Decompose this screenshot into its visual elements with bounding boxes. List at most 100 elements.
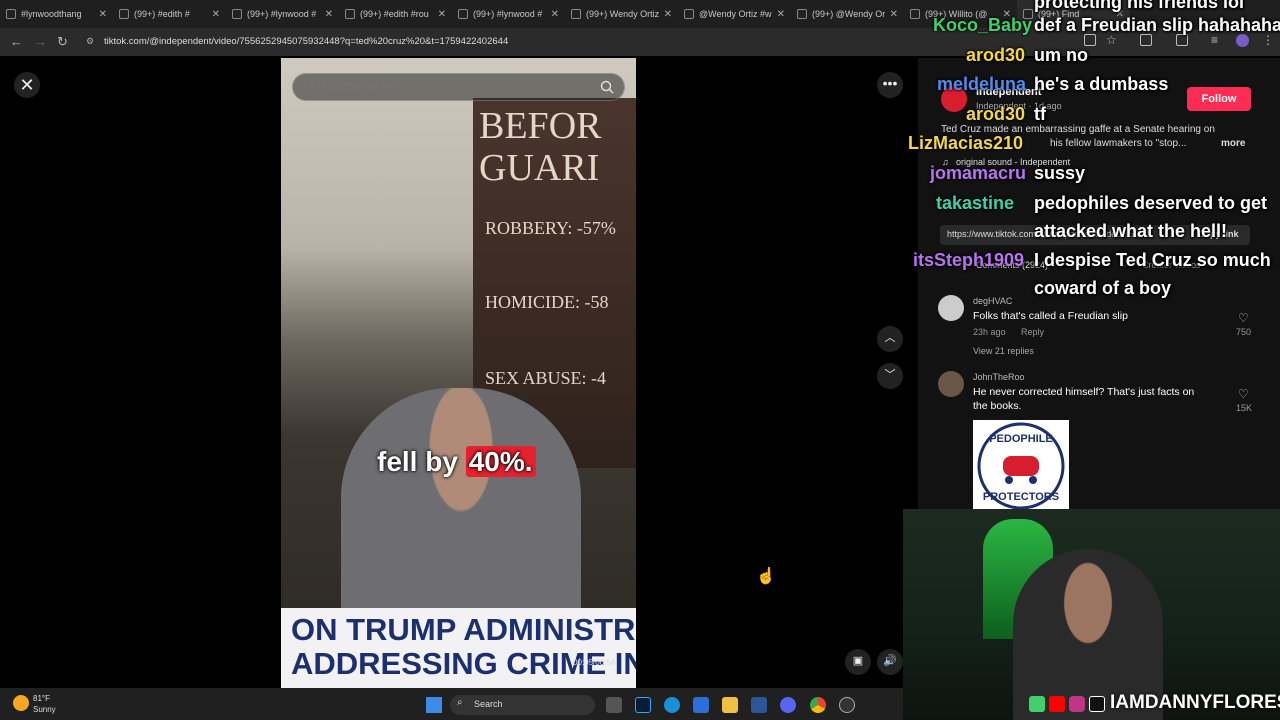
forward-icon[interactable]: → bbox=[34, 34, 47, 49]
search-icon[interactable] bbox=[600, 80, 614, 99]
comment-image[interactable]: PEDOPHILE PROTECTORS bbox=[973, 420, 1069, 512]
instagram-icon bbox=[1069, 696, 1085, 712]
tiktok-icon bbox=[1089, 696, 1105, 712]
more-horiz-icon: ••• bbox=[882, 75, 898, 91]
chevron-up-icon: ︿ bbox=[884, 332, 896, 344]
browser-tab[interactable]: (99+) #lynwood # ✕ bbox=[452, 0, 565, 28]
tiktok-icon bbox=[345, 9, 355, 19]
cursor-icon: ☝ bbox=[756, 568, 776, 585]
comment-text: Folks that's called a Freudian slip bbox=[973, 310, 1128, 322]
tab-label: (99+) #lynwood # bbox=[247, 9, 317, 19]
related-search[interactable] bbox=[292, 73, 625, 101]
file-explorer-icon[interactable] bbox=[722, 697, 738, 713]
chrome-icon[interactable] bbox=[810, 697, 826, 713]
tiktok-icon bbox=[6, 9, 16, 19]
caption-highlight: 40%. bbox=[465, 446, 536, 477]
tab-label: #lynwoodthang bbox=[21, 9, 82, 19]
video-description: his fellow lawmakers to "stop... bbox=[1050, 138, 1187, 149]
tiktok-icon bbox=[119, 9, 129, 19]
close-tab-icon[interactable]: ✕ bbox=[438, 9, 446, 20]
weather-sun-icon[interactable] bbox=[13, 695, 29, 711]
chat-message: I despise Ted Cruz so much bbox=[1034, 250, 1271, 270]
browser-tab[interactable]: (99+) Wendy Ortiz ✕ bbox=[565, 0, 678, 28]
poster-text: GUARI bbox=[479, 147, 600, 189]
commenter-avatar[interactable] bbox=[938, 371, 964, 397]
back-icon[interactable]: ← bbox=[10, 34, 23, 49]
close-video-button[interactable]: ✕ bbox=[14, 72, 40, 98]
close-tab-icon[interactable]: ✕ bbox=[551, 9, 559, 20]
close-tab-icon[interactable]: ✕ bbox=[890, 9, 898, 20]
chat-message: protecting his friends lol bbox=[1034, 0, 1245, 12]
pip-button[interactable]: ▣ bbox=[845, 649, 871, 675]
browser-tab[interactable]: (99+) @Wendy Or ✕ bbox=[791, 0, 904, 28]
browser-tab[interactable]: (99+) #lynwood # ✕ bbox=[226, 0, 339, 28]
reply-button[interactable]: Reply bbox=[1021, 327, 1044, 337]
close-tab-icon[interactable]: ✕ bbox=[325, 9, 333, 20]
edge-icon[interactable] bbox=[664, 697, 680, 713]
like-count: 750 bbox=[1236, 327, 1252, 337]
next-video-button[interactable]: ﹀ bbox=[877, 363, 903, 389]
tiktok-icon bbox=[910, 9, 920, 19]
taskbar-search[interactable] bbox=[450, 695, 595, 715]
chat-username: jomamacru bbox=[930, 163, 1027, 183]
store-icon[interactable] bbox=[693, 697, 709, 713]
tiktok-icon bbox=[684, 9, 694, 19]
tab-label: (99+) @Wendy Or bbox=[812, 9, 885, 19]
tab-label: (99+) Wendy Ortiz bbox=[586, 9, 659, 19]
task-view-icon[interactable] bbox=[606, 697, 622, 713]
browser-tab[interactable]: #lynwoodthang ✕ bbox=[0, 0, 113, 28]
poster-text: BEFOR bbox=[479, 105, 602, 147]
chat-message: def a Freudian slip hahahaha bbox=[1034, 15, 1280, 35]
video-caption: fell by 40%. bbox=[377, 446, 536, 478]
more-options-button[interactable]: ••• bbox=[877, 72, 903, 98]
close-tab-icon[interactable]: ✕ bbox=[777, 9, 785, 20]
follow-button[interactable]: Follow bbox=[1187, 87, 1251, 111]
chat-username: takastine bbox=[936, 193, 1015, 213]
chat-message: um no bbox=[1034, 45, 1088, 65]
comment-username[interactable]: JohnTheRoo bbox=[973, 372, 1025, 382]
chat-username: arod30 bbox=[966, 45, 1026, 65]
volume-button[interactable]: 🔊 bbox=[877, 649, 903, 675]
close-tab-icon[interactable]: ✕ bbox=[212, 9, 220, 20]
browser-tab[interactable]: @Wendy Ortiz #w ✕ bbox=[678, 0, 791, 28]
browser-tab[interactable]: (99+) #edith # ✕ bbox=[113, 0, 226, 28]
settings-gear-icon[interactable] bbox=[839, 697, 855, 713]
previous-video-button[interactable]: ︿ bbox=[877, 326, 903, 352]
close-tab-icon[interactable]: ✕ bbox=[664, 9, 672, 20]
photoshop-icon[interactable] bbox=[635, 697, 651, 713]
tab-label: @Wendy Ortiz #w bbox=[699, 9, 772, 19]
word-icon[interactable] bbox=[751, 697, 767, 713]
search-icon: ⌕ bbox=[457, 697, 463, 708]
commenter-avatar[interactable] bbox=[938, 295, 964, 321]
tab-label: (99+) #edith # bbox=[134, 9, 190, 19]
weather-condition[interactable]: Sunny bbox=[33, 705, 56, 714]
windows-start-icon[interactable] bbox=[426, 697, 442, 713]
more-link[interactable]: more bbox=[1221, 138, 1245, 149]
browser-tab[interactable]: (99+) #edith #rou ✕ bbox=[339, 0, 452, 28]
site-info-icon[interactable]: ⚙ bbox=[86, 36, 94, 47]
poster-text: ROBBERY: -57% bbox=[485, 218, 616, 238]
search-input[interactable] bbox=[303, 80, 583, 92]
poster-text: SEX ABUSE: -4 bbox=[485, 368, 607, 388]
chat-username: meldeluna bbox=[937, 74, 1027, 94]
weather-temp[interactable]: 81°F bbox=[33, 694, 50, 703]
tab-label: (99+) #edith #rou bbox=[360, 9, 429, 19]
reload-icon[interactable]: ↻ bbox=[57, 34, 68, 50]
view-replies-button[interactable]: View 21 replies bbox=[973, 346, 1034, 356]
chat-username: arod30 bbox=[966, 104, 1026, 124]
comment-time: 23h ago bbox=[973, 327, 1006, 337]
gop-logo-image: PEDOPHILE PROTECTORS bbox=[977, 422, 1065, 510]
heart-icon[interactable]: ♡ bbox=[1238, 387, 1249, 401]
heart-icon[interactable]: ♡ bbox=[1238, 311, 1249, 325]
comment-username[interactable]: degHVAC bbox=[973, 296, 1012, 306]
chat-message: attacked what the hell! bbox=[1034, 221, 1228, 241]
discord-icon[interactable] bbox=[780, 697, 796, 713]
close-icon: ✕ bbox=[19, 74, 35, 95]
chat-message: tf bbox=[1034, 104, 1046, 124]
video-time: 00:05/00:54 bbox=[573, 658, 616, 667]
video-player[interactable]: BEFOR GUARI ROBBERY: -57% HOMICIDE: -58 … bbox=[281, 58, 636, 688]
url-text[interactable]: tiktok.com/@independent/video/7556252945… bbox=[104, 36, 508, 47]
comment-text: the books. bbox=[973, 400, 1022, 412]
tiktok-icon bbox=[797, 9, 807, 19]
close-tab-icon[interactable]: ✕ bbox=[99, 9, 107, 20]
